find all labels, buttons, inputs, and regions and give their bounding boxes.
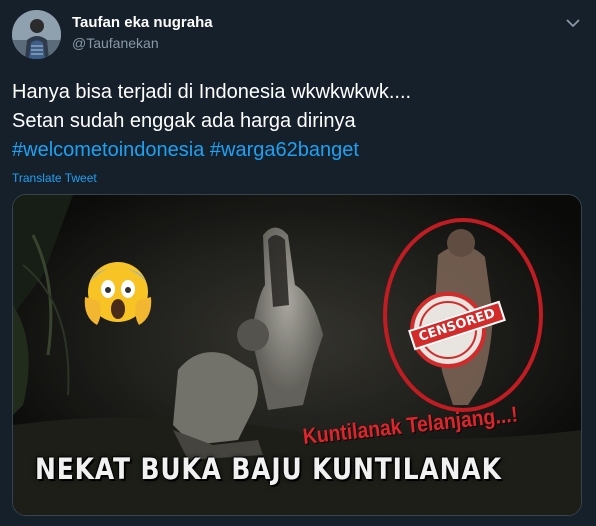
tweet-hashtags: #welcometoindonesia #warga62banget (12, 136, 582, 165)
hashtag-link[interactable]: #welcometoindonesia (12, 139, 204, 161)
avatar[interactable] (12, 10, 61, 59)
profile-photo-icon (12, 10, 61, 59)
tweet[interactable]: Taufan eka nugraha @Taufanekan Hanya bis… (0, 0, 596, 526)
tweet-text-line: Setan sudah enggak ada harga dirinya (12, 110, 356, 132)
screaming-face-emoji-icon (79, 253, 157, 331)
media-caption: NEKAT BUKA BAJU KUNTILANAK (35, 452, 502, 486)
tweet-text: Hanya bisa terjadi di Indonesia wkwkwkwk… (12, 78, 582, 165)
more-options-button[interactable] (562, 12, 584, 34)
author-name[interactable]: Taufan eka nugraha (72, 14, 213, 31)
author-handle[interactable]: @Taufanekan (72, 35, 159, 51)
tweet-media-image[interactable]: CENSORED Kuntilanak Telanjang...! NEKAT … (12, 194, 582, 516)
tweet-text-line: Hanya bisa terjadi di Indonesia wkwkwkwk… (12, 81, 412, 103)
hashtag-link[interactable]: #warga62banget (210, 139, 359, 161)
chevron-down-icon (566, 19, 580, 27)
translate-tweet-link[interactable]: Translate Tweet (12, 171, 97, 185)
